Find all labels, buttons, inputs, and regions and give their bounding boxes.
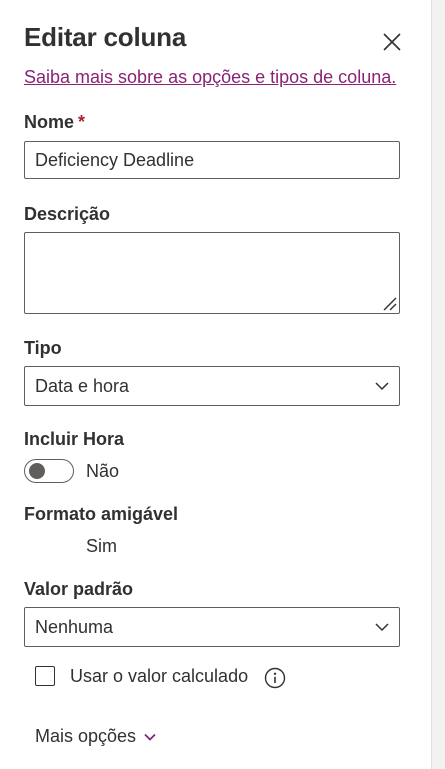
include-time-toggle[interactable] — [24, 459, 74, 483]
default-value-dropdown[interactable]: Nenhuma — [24, 607, 400, 647]
name-input[interactable]: Deficiency Deadline — [24, 141, 400, 179]
required-marker: * — [78, 112, 86, 132]
description-textarea[interactable] — [24, 232, 400, 314]
panel-title: Editar coluna — [24, 22, 187, 52]
friendly-format-value: Sim — [86, 536, 117, 556]
name-label: Nome * — [24, 112, 85, 133]
name-input-value: Deficiency Deadline — [35, 149, 195, 170]
info-icon[interactable] — [264, 667, 286, 689]
include-time-state: Não — [86, 461, 120, 481]
calculated-value-checkbox[interactable] — [35, 666, 55, 686]
name-label-text: Nome — [24, 112, 75, 132]
more-options-label: Mais opções — [35, 726, 137, 746]
include-time-label: Incluir Hora — [24, 429, 125, 449]
chevron-down-icon — [375, 382, 389, 391]
more-options-button[interactable]: Mais opções — [35, 726, 156, 747]
friendly-format-label: Formato amigável — [24, 504, 179, 524]
chevron-down-icon — [144, 733, 156, 741]
type-dropdown[interactable]: Data e hora — [24, 366, 400, 406]
edit-column-panel: Editar coluna Saiba mais sobre as opções… — [0, 0, 432, 769]
default-value-selected: Nenhuma — [35, 616, 114, 637]
calculated-value-label[interactable]: Usar o valor calculado — [70, 666, 248, 687]
close-icon — [383, 33, 401, 51]
default-value-label: Valor padrão — [24, 579, 134, 599]
toggle-knob — [29, 463, 45, 479]
description-label: Descrição — [24, 204, 111, 224]
chevron-down-icon — [375, 623, 389, 632]
type-label: Tipo — [24, 338, 62, 358]
type-dropdown-value: Data e hora — [35, 375, 130, 396]
resize-grip-icon[interactable] — [381, 295, 397, 311]
close-button[interactable] — [378, 28, 406, 56]
learn-more-link[interactable]: Saiba mais sobre as opções e tipos de co… — [24, 67, 396, 88]
